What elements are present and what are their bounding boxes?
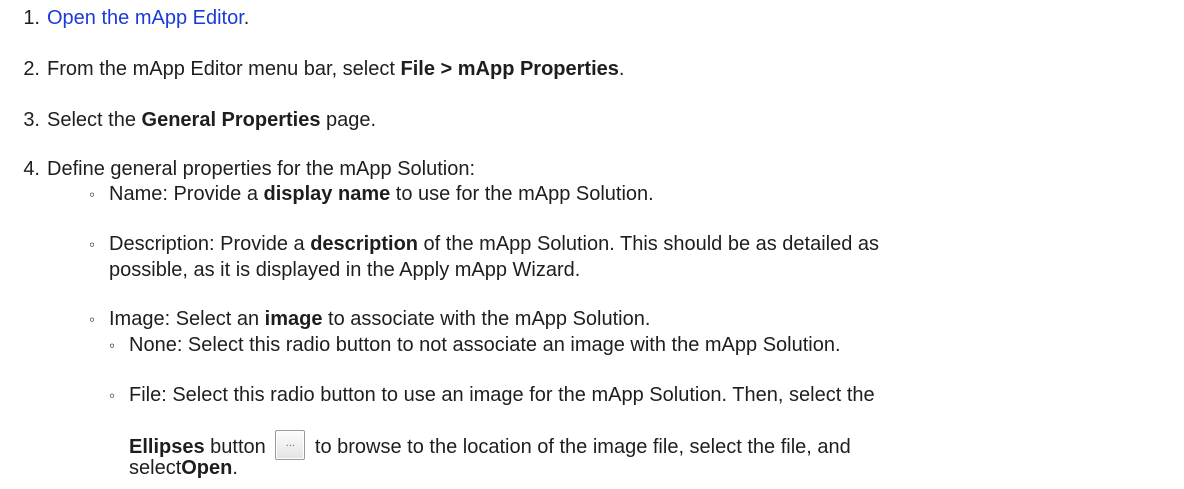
bullet: ◦ (109, 336, 116, 355)
open-label: Open (181, 457, 233, 479)
step-text: Define general properties for the mApp S… (47, 158, 476, 180)
step-text: . (243, 7, 250, 29)
item-text: of the mApp Solution. This should be as … (418, 233, 880, 255)
bullet: ◦ (89, 310, 96, 329)
bullet: ◦ (89, 235, 96, 254)
step-2: 2. From the mApp Editor menu bar, select … (0, 57, 624, 81)
page-name: General Properties (141, 109, 321, 131)
ellipses-button[interactable]: ... (275, 430, 306, 460)
item-text: button (204, 436, 266, 458)
sub-item-none: ◦ None: Select this radio button to not a… (109, 333, 841, 358)
step-1: 1. Open the mApp Editor. (0, 6, 249, 30)
item-text: Name: Provide a (109, 183, 264, 205)
sub-item-file: ◦ File: Select this radio button to use a… (109, 383, 875, 408)
item-text: to browse to the location of the image f… (309, 436, 851, 458)
step-text: From the mApp Editor menu bar, select (47, 58, 401, 80)
sub-item-image: ◦ Image: Select an image to associate wit… (89, 307, 650, 332)
item-text-continued: selectOpen. (129, 456, 238, 480)
bullet: ◦ (109, 386, 116, 405)
bullet: ◦ (89, 185, 96, 204)
open-mapp-editor-link[interactable]: Open the mApp Editor (47, 7, 244, 29)
item-text: select (129, 457, 182, 479)
ellipsis-icon: ... (285, 437, 295, 449)
item-text: Description: Provide a (109, 233, 311, 255)
sub-item-description: ◦ Description: Provide a description of t… (89, 232, 879, 257)
step-text: . (618, 58, 625, 80)
step-3: 3. Select the General Properties page. (0, 108, 376, 132)
item-text-continued: possible, as it is displayed in the Appl… (109, 259, 581, 281)
item-bold: description (310, 233, 418, 255)
item-bold: image (264, 308, 323, 330)
item-text: to use for the mApp Solution. (390, 183, 654, 205)
ellipses-label: Ellipses (129, 436, 205, 458)
item-text: None: Select this radio button to not as… (129, 334, 841, 356)
item-text: Image: Select an (109, 308, 265, 330)
menu-path: File > mApp Properties (400, 58, 619, 80)
document-page: 1. Open the mApp Editor. 2. From the mApp … (0, 0, 1184, 489)
step-number: 4. (23, 158, 40, 180)
sub-item-name: ◦ Name: Provide a display name to use for… (89, 182, 654, 207)
step-number: 3. (23, 109, 40, 131)
item-text: to associate with the mApp Solution. (322, 308, 651, 330)
step-text: Select the (47, 109, 142, 131)
step-text: page. (320, 109, 377, 131)
step-number: 1. (23, 7, 40, 29)
item-bold: display name (263, 183, 391, 205)
item-text: File: Select this radio button to use an… (129, 384, 875, 406)
step-number: 2. (23, 58, 40, 80)
item-text: . (232, 457, 238, 479)
step-4: 4. Define general properties for the mApp… (0, 157, 475, 181)
